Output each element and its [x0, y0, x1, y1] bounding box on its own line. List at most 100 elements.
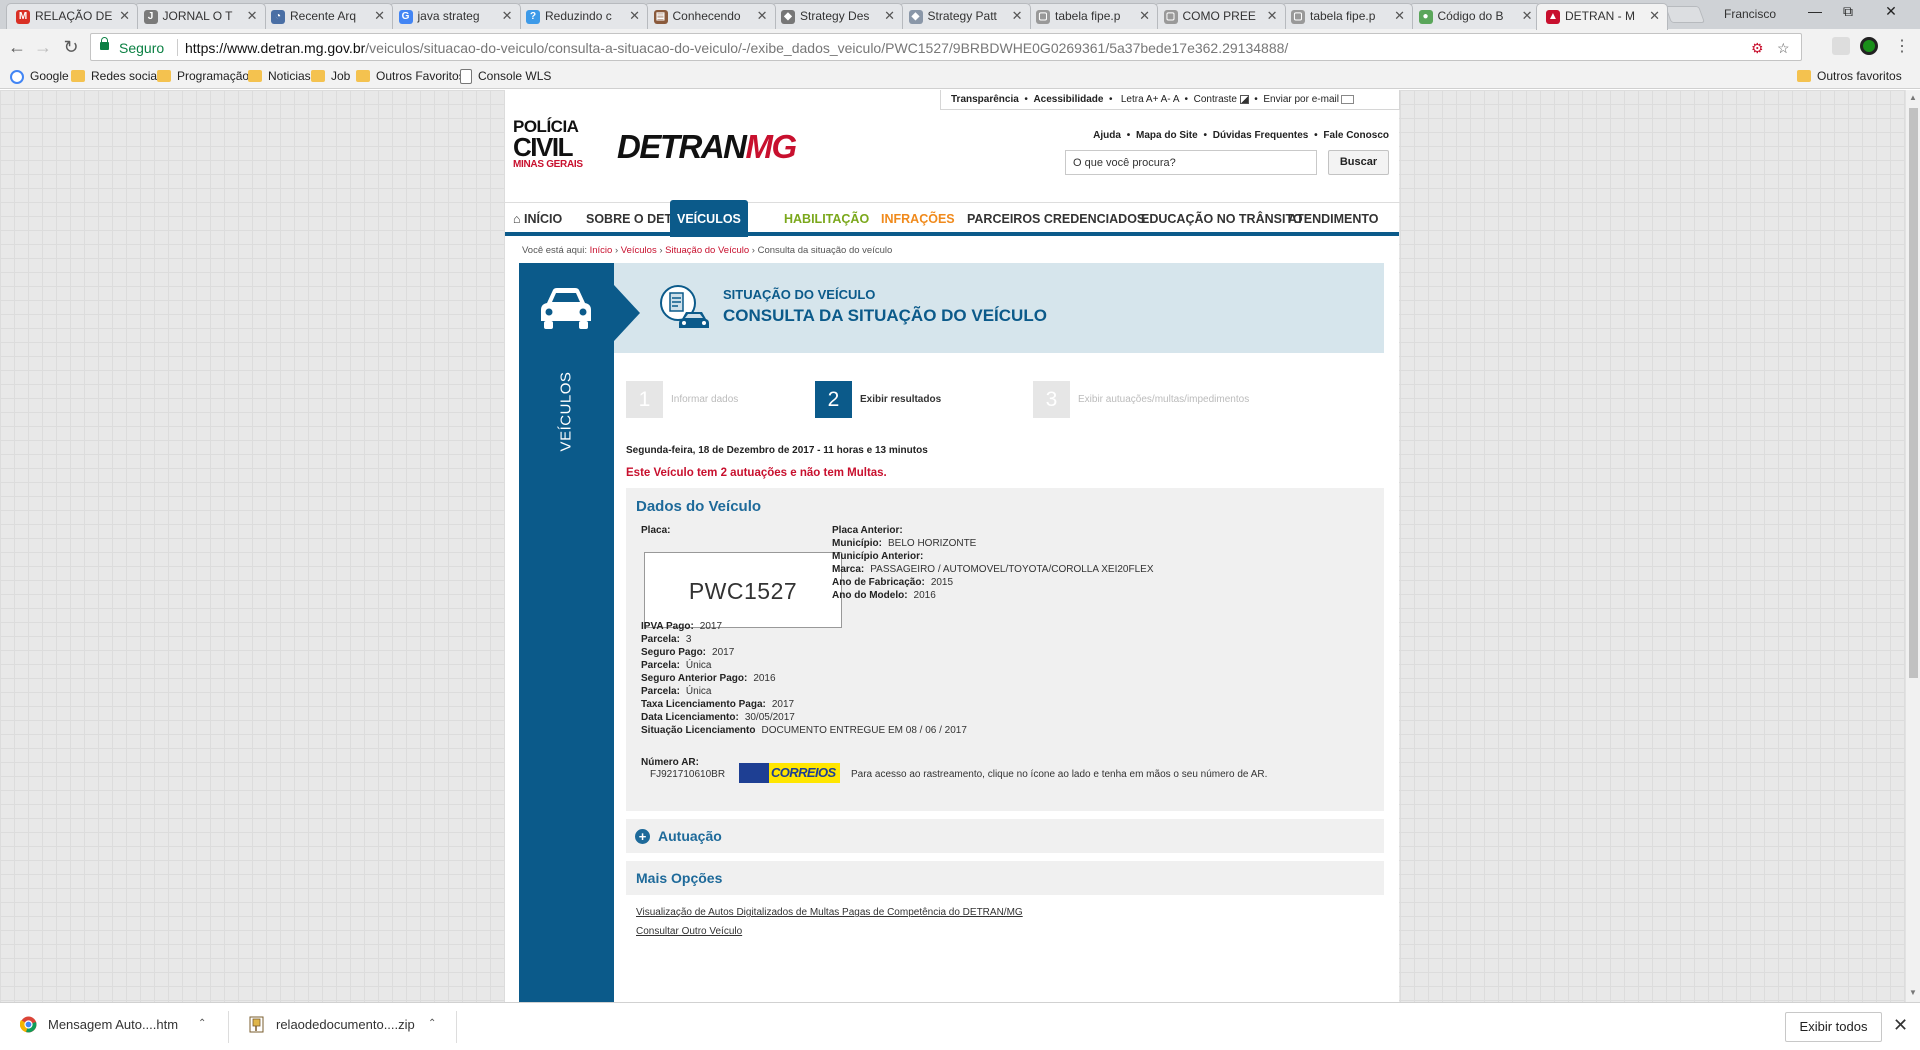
new-tab-button[interactable] [1664, 6, 1706, 23]
chevron-up-icon[interactable]: ⌃ [428, 1018, 436, 1029]
download-item-zip[interactable]: relaodedocumento....zip ⌃ [248, 1016, 436, 1033]
reload-icon[interactable]: ↻ [59, 35, 83, 59]
bookmark-folder[interactable]: Outros Favoritos [356, 69, 465, 83]
nav-inicio[interactable]: ⌂ INÍCIO [513, 212, 562, 226]
close-tab-icon[interactable]: ✕ [1267, 8, 1278, 24]
browser-tab[interactable]: ▢ COMO PREE ✕ [1153, 3, 1286, 29]
vehicle-data-panel: Dados do Veículo Placa: PWC1527 Número A… [626, 488, 1384, 811]
close-window-icon[interactable]: ✕ [1876, 3, 1906, 20]
mais-opcoes-title: Mais Opções [636, 870, 723, 886]
field-label: Ano de Fabricação: [832, 577, 925, 588]
acessibilidade-link[interactable]: Acessibilidade [1033, 94, 1103, 105]
correios-tracking-button[interactable]: CORREIOS [739, 763, 840, 783]
close-shelf-icon[interactable]: ✕ [1893, 1015, 1908, 1036]
maximize-icon[interactable]: ⧉ [1833, 3, 1863, 20]
contraste-link[interactable]: Contraste [1194, 94, 1237, 105]
nav-educacao[interactable]: EDUCAÇÃO NO TRÂNSITO [1141, 212, 1303, 226]
close-tab-icon[interactable]: ✕ [757, 8, 768, 24]
breadcrumb-inicio[interactable]: Início [590, 245, 613, 256]
close-tab-icon[interactable]: ✕ [119, 8, 130, 24]
wizard-steps: 1 Informar dados 2 Exibir resultados 3 E… [626, 381, 1386, 418]
search-button[interactable]: Buscar [1328, 150, 1389, 175]
email-link[interactable]: Enviar por e-mail [1263, 94, 1339, 105]
browser-tab[interactable]: ? Reduzindo c ✕ [516, 3, 648, 29]
field-label: Situação Licenciamento [641, 725, 756, 736]
close-tab-icon[interactable]: ✕ [629, 8, 640, 24]
browser-tab[interactable]: ▢ tabela fipe.p ✕ [1281, 3, 1413, 29]
nav-parceiros[interactable]: PARCEIROS CREDENCIADOS [967, 212, 1145, 226]
page-scrollbar[interactable]: ▲ ▼ [1905, 90, 1920, 1002]
help-link[interactable]: Mapa do Site [1136, 130, 1198, 141]
nav-habilitacao[interactable]: HABILITAÇÃO [784, 212, 869, 226]
browser-tab[interactable]: M RELAÇÃO DE ✕ [6, 3, 138, 29]
contrast-icon [1239, 94, 1249, 104]
close-tab-icon[interactable]: ✕ [1522, 8, 1533, 24]
back-icon[interactable]: ← [5, 35, 29, 59]
close-tab-icon[interactable]: ✕ [1012, 8, 1023, 24]
option-link-autos-digitalizados[interactable]: Visualização de Autos Digitalizados de M… [636, 907, 1023, 918]
browser-tab[interactable]: Gjava strateg ✕ [388, 3, 521, 29]
browser-tab[interactable]: J JORNAL O T ✕ [133, 3, 266, 29]
nav-infracoes[interactable]: INFRAÇÕES [881, 212, 955, 226]
close-tab-icon[interactable]: ✕ [1394, 8, 1405, 24]
bookmark-page[interactable]: Console WLS [458, 69, 551, 84]
close-tab-icon[interactable]: ✕ [502, 8, 513, 24]
site-search-input[interactable] [1065, 150, 1317, 175]
bookmark-google[interactable]: Google [10, 69, 69, 84]
ar-help-text: Para acesso ao rastreamento, clique no í… [851, 769, 1268, 780]
chevron-up-icon[interactable]: ⌃ [198, 1018, 206, 1029]
close-tab-icon[interactable]: ✕ [1649, 8, 1660, 24]
tab-title: DETRAN - M [1565, 9, 1635, 23]
field-label: Seguro Pago: [641, 647, 707, 658]
browser-tab[interactable]: ◔ Recente Arq ✕ [261, 3, 393, 29]
bookmark-folder[interactable]: Programação [157, 69, 249, 83]
bookmark-star-icon[interactable]: ☆ [1777, 40, 1790, 57]
detran-mg-logo[interactable]: DETRANMG [617, 128, 797, 166]
menu-icon[interactable]: ⋮ [1890, 35, 1914, 59]
policia-civil-logo[interactable]: POLÍCIA CIVIL MINAS GERAIS [513, 118, 593, 170]
help-link[interactable]: Ajuda [1093, 130, 1121, 141]
browser-tab[interactable]: ▤ Conhecendo ✕ [643, 3, 776, 29]
tab-title: JORNAL O T [162, 9, 233, 23]
blocked-content-icon[interactable]: ⚙ [1751, 40, 1764, 57]
field-label: Parcela: [641, 634, 680, 645]
forward-icon[interactable]: → [31, 35, 55, 59]
close-tab-icon[interactable]: ✕ [884, 8, 895, 24]
scroll-down-icon[interactable]: ▼ [1909, 988, 1917, 997]
extension-icon[interactable] [1832, 37, 1850, 55]
autuacao-accordion[interactable]: + Autuação [626, 819, 1384, 853]
extension-green-icon[interactable] [1860, 37, 1878, 55]
close-tab-icon[interactable]: ✕ [247, 8, 258, 24]
browser-tab[interactable]: ▲ DETRAN - M ✕ [1536, 3, 1668, 30]
browser-tab[interactable]: ◆ Strategy Des ✕ [771, 3, 903, 29]
minimize-icon[interactable]: — [1800, 3, 1830, 19]
close-tab-icon[interactable]: ✕ [374, 8, 385, 24]
other-bookmarks[interactable]: Outros favoritos [1797, 69, 1902, 83]
field-label: Município Anterior: [832, 551, 924, 562]
bookmark-folder[interactable]: Job [311, 69, 350, 83]
nav-veiculos[interactable]: VEÍCULOS [670, 200, 748, 237]
browser-tab[interactable]: ▢ tabela fipe.p ✕ [1026, 3, 1158, 29]
close-tab-icon[interactable]: ✕ [1139, 8, 1150, 24]
help-link[interactable]: Fale Conosco [1323, 130, 1389, 141]
transparencia-link[interactable]: Transparência [951, 94, 1019, 105]
profile-button[interactable]: Francisco [1724, 7, 1776, 21]
scroll-up-icon[interactable]: ▲ [1909, 93, 1917, 102]
breadcrumb-veiculos[interactable]: Veículos [621, 245, 657, 256]
option-link-consultar-outro[interactable]: Consultar Outro Veículo [636, 926, 742, 937]
bookmark-folder[interactable]: Redes sociais [71, 69, 166, 83]
breadcrumb-situacao[interactable]: Situação do Veículo [665, 245, 749, 256]
show-all-downloads-button[interactable]: Exibir todos [1785, 1012, 1882, 1042]
download-item-htm[interactable]: Mensagem Auto....htm ⌃ [20, 1016, 206, 1033]
url-text[interactable]: https://www.detran.mg.gov.br/veiculos/si… [185, 40, 1288, 56]
address-bar[interactable]: Seguro https://www.detran.mg.gov.br/veic… [90, 33, 1802, 61]
bookmark-folder[interactable]: Noticias [248, 69, 311, 83]
browser-tab[interactable]: ● Código do B ✕ [1408, 3, 1541, 29]
help-link[interactable]: Dúvidas Frequentes [1213, 130, 1309, 141]
nav-atendimento[interactable]: ATENDIMENTO [1288, 212, 1379, 226]
scrollbar-thumb[interactable] [1909, 108, 1918, 678]
field-label: Marca: [832, 564, 865, 575]
browser-tab[interactable]: ◆ Strategy Patt ✕ [898, 3, 1031, 29]
divider [228, 1011, 229, 1043]
font-size-links[interactable]: Letra A+ A- A [1121, 94, 1179, 105]
